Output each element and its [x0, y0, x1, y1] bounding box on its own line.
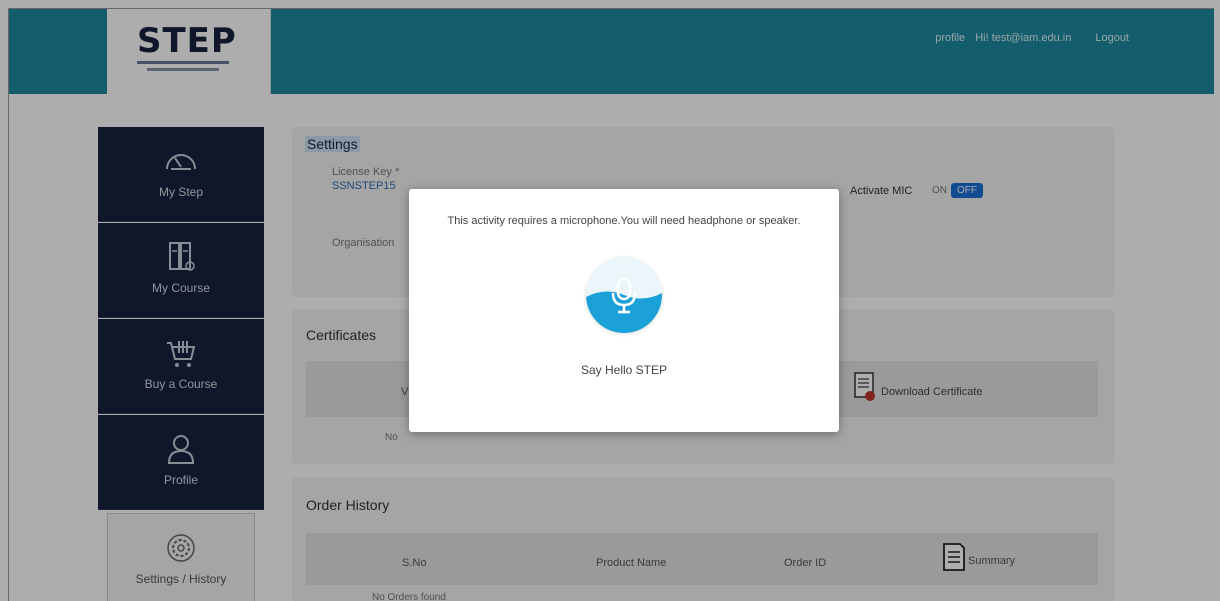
microphone-modal: This activity requires a microphone.You … — [409, 189, 839, 432]
modal-caption: Say Hello STEP — [580, 363, 668, 377]
microphone-icon — [586, 277, 662, 333]
microphone-button[interactable] — [586, 257, 662, 333]
modal-message: This activity requires a microphone.You … — [447, 215, 801, 227]
